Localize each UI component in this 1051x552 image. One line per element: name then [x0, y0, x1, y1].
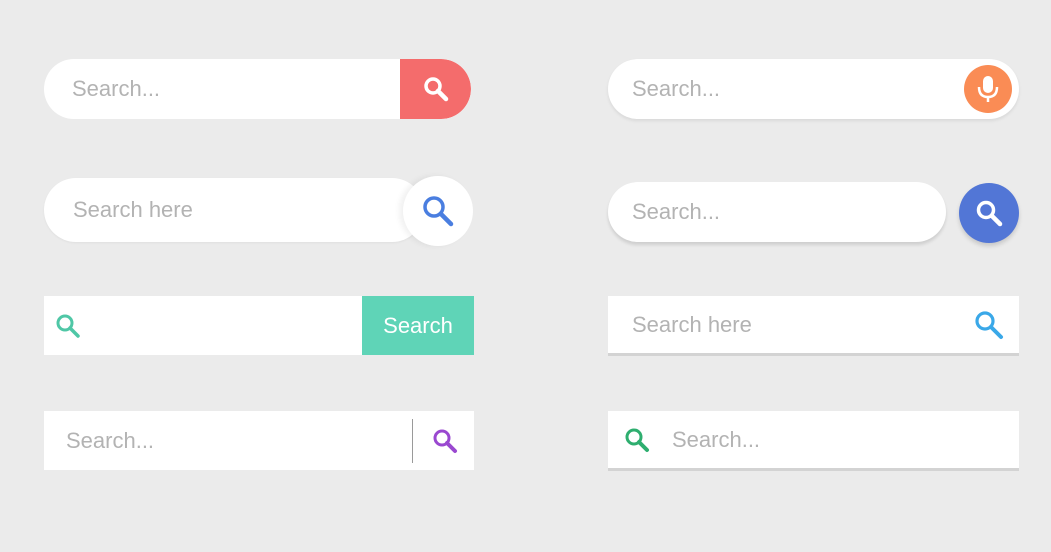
- search-bar-green: Search...: [608, 411, 1019, 471]
- search-input[interactable]: Search here: [632, 312, 752, 338]
- search-icon: [422, 75, 450, 103]
- search-bar-teal: Search: [44, 296, 474, 355]
- search-icon[interactable]: [431, 427, 459, 455]
- search-input[interactable]: Search...: [632, 76, 720, 102]
- search-bar-white-circle: Search here: [44, 178, 424, 242]
- search-bar-blue-circle: Search...: [608, 182, 946, 242]
- search-bar-voice: Search...: [608, 59, 1019, 119]
- search-bar-red: Search...: [44, 59, 471, 119]
- search-input[interactable]: Search here: [73, 197, 193, 223]
- voice-search-button[interactable]: [964, 65, 1012, 113]
- search-input[interactable]: Search...: [72, 76, 160, 102]
- search-input[interactable]: Search...: [66, 428, 154, 454]
- search-bar-purple: Search...: [44, 411, 474, 470]
- search-icon: [55, 313, 81, 339]
- search-button[interactable]: [959, 183, 1019, 243]
- divider: [412, 419, 413, 463]
- search-bar-light-blue: Search here: [608, 296, 1019, 356]
- search-icon: [974, 198, 1004, 228]
- search-button[interactable]: [403, 176, 473, 246]
- search-icon[interactable]: [973, 309, 1005, 341]
- search-icon: [420, 193, 456, 229]
- search-button[interactable]: Search: [362, 296, 474, 355]
- microphone-icon: [976, 74, 1000, 104]
- search-input[interactable]: Search...: [632, 199, 720, 225]
- search-input[interactable]: Search...: [672, 427, 760, 453]
- search-icon: [623, 426, 651, 454]
- search-button[interactable]: [400, 59, 471, 119]
